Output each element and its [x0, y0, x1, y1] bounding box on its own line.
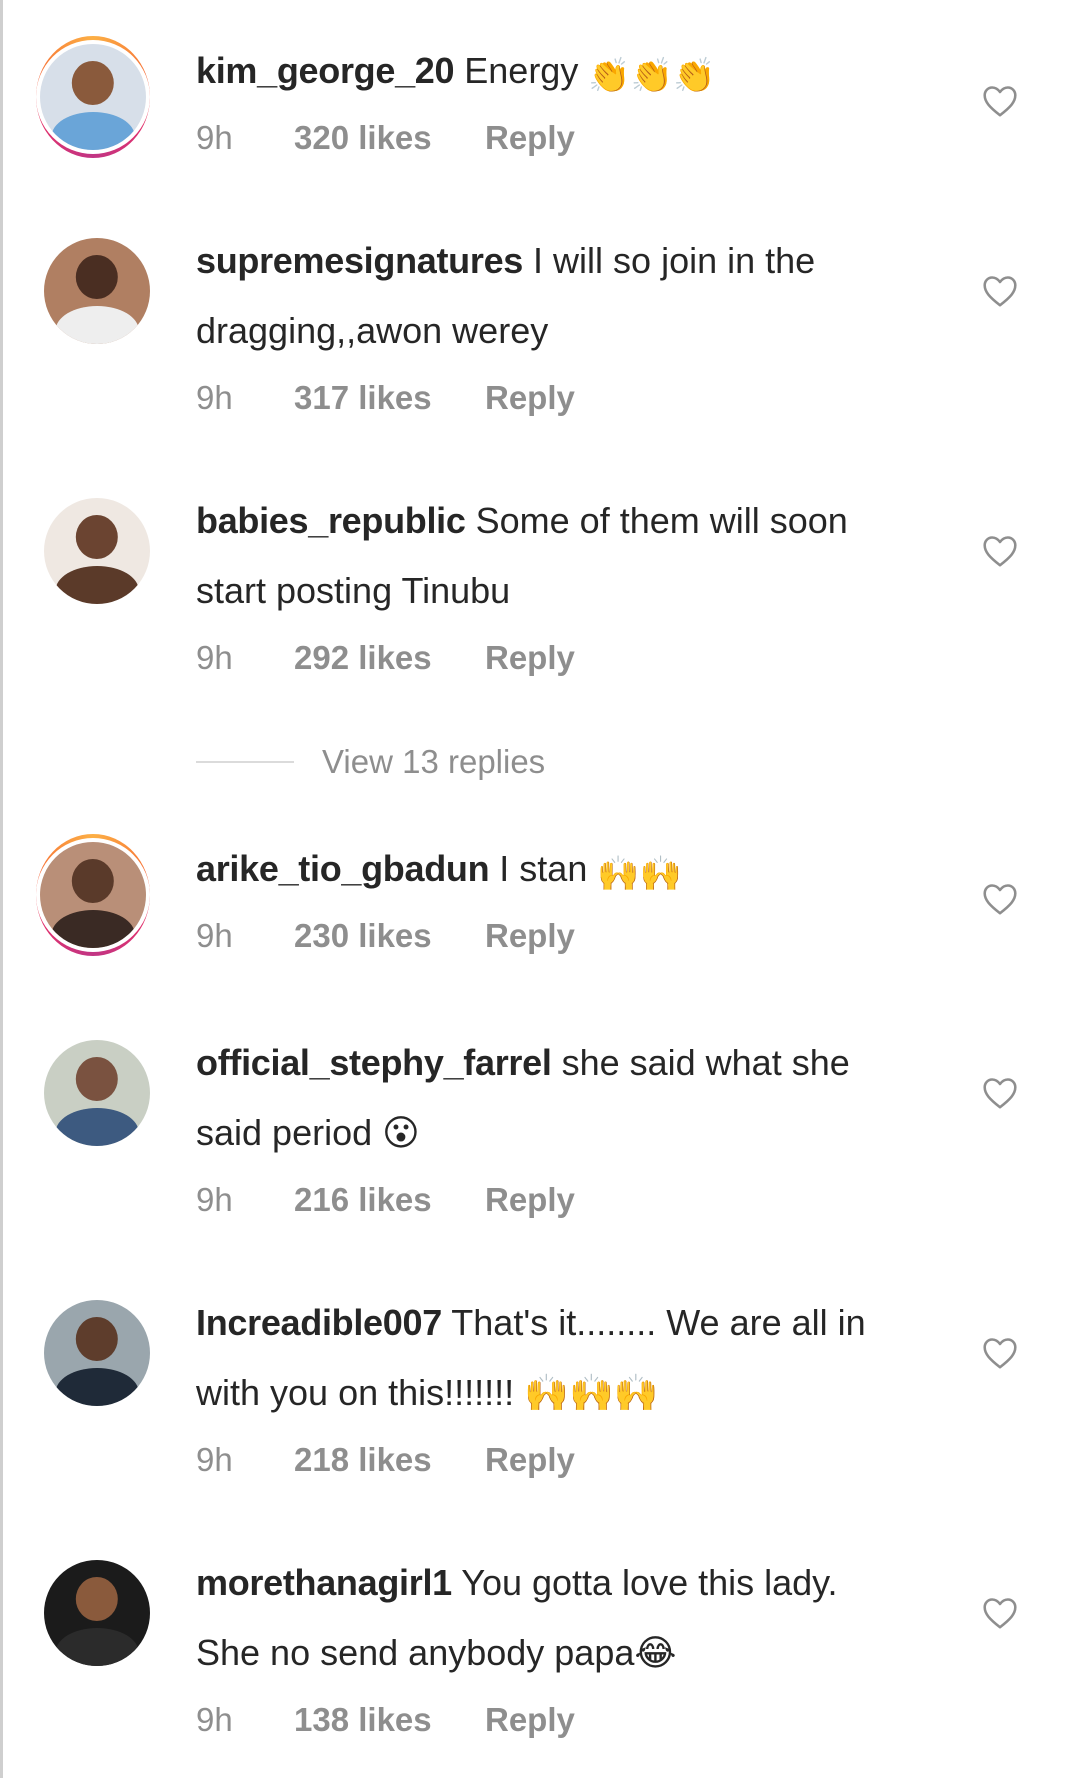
reply-button[interactable]: Reply — [485, 916, 575, 956]
comment-username[interactable]: official_stephy_farrel — [196, 1042, 552, 1083]
comment-time: 9h — [196, 1181, 233, 1218]
story-ring — [36, 834, 150, 956]
comment-time: 9h — [196, 119, 233, 156]
comment-username[interactable]: supremesignatures — [196, 240, 523, 281]
comment-text: she said what she — [561, 1042, 850, 1083]
comment-body: babies_republic Some of them will soon s… — [196, 486, 936, 626]
replies-divider — [196, 761, 294, 763]
heart-outline-icon[interactable] — [982, 274, 1018, 308]
comment-text: You gotta love this lady. — [461, 1562, 838, 1603]
reply-button[interactable]: Reply — [485, 118, 575, 158]
comment-likes[interactable]: 292 likes — [294, 638, 432, 678]
heart-outline-icon[interactable] — [982, 1336, 1018, 1370]
comment-body: arike_tio_gbadun I stan 🙌🙌 — [196, 834, 936, 904]
screen-left-edge — [0, 0, 3, 1778]
comment-username[interactable]: arike_tio_gbadun — [196, 848, 490, 889]
comment-time: 9h — [196, 917, 233, 954]
avatar — [44, 238, 150, 344]
reply-button[interactable]: Reply — [485, 1700, 575, 1740]
heart-outline-icon[interactable] — [982, 882, 1018, 916]
comment-username[interactable]: Increadible007 — [196, 1302, 442, 1343]
comment-text-line2: said period 😮 — [196, 1112, 420, 1153]
comment-body: supremesignatures I will so join in the … — [196, 226, 936, 366]
comment-text: I stan — [499, 848, 588, 889]
avatar — [40, 44, 146, 150]
comment-time: 9h — [196, 1441, 233, 1478]
comment-time: 9h — [196, 639, 233, 676]
comment-likes[interactable]: 317 likes — [294, 378, 432, 418]
comment-body: official_stephy_farrel she said what she… — [196, 1028, 936, 1168]
heart-outline-icon[interactable] — [982, 1076, 1018, 1110]
avatar-button[interactable] — [36, 36, 150, 158]
reply-button[interactable]: Reply — [485, 1440, 575, 1480]
reply-button[interactable]: Reply — [485, 638, 575, 678]
comment-likes[interactable]: 216 likes — [294, 1180, 432, 1220]
avatar — [40, 842, 146, 948]
avatar-button[interactable] — [44, 238, 150, 344]
comment-username[interactable]: babies_republic — [196, 500, 466, 541]
comment-text: Some of them will soon — [475, 500, 848, 541]
avatar-button[interactable] — [44, 498, 150, 604]
comment-text-line2: dragging,,awon werey — [196, 310, 549, 351]
reply-button[interactable]: Reply — [485, 1180, 575, 1220]
comment-text-line2: She no send anybody papa😂 — [196, 1632, 677, 1673]
heart-outline-icon[interactable] — [982, 534, 1018, 568]
avatar-button[interactable] — [44, 1300, 150, 1406]
comment-likes[interactable]: 138 likes — [294, 1700, 432, 1740]
view-replies-link[interactable]: View 13 replies — [322, 742, 545, 782]
reply-button[interactable]: Reply — [485, 378, 575, 418]
avatar — [44, 1040, 150, 1146]
comment-likes[interactable]: 320 likes — [294, 118, 432, 158]
comment-time: 9h — [196, 379, 233, 416]
avatar-button[interactable] — [36, 834, 150, 956]
comment-text-line2: with you on this!!!!!!! 🙌🙌🙌 — [196, 1372, 659, 1413]
comment-text: That's it........ We are all in — [451, 1302, 866, 1343]
comment-body: Increadible007 That's it........ We are … — [196, 1288, 936, 1428]
comment-username[interactable]: morethanagirl1 — [196, 1562, 452, 1603]
avatar — [44, 1560, 150, 1666]
avatar — [44, 498, 150, 604]
story-ring — [36, 36, 150, 158]
comment-body: kim_george_20 Energy 👏👏👏 — [196, 36, 936, 106]
heart-outline-icon[interactable] — [982, 84, 1018, 118]
heart-outline-icon[interactable] — [982, 1596, 1018, 1630]
comment-body: morethanagirl1 You gotta love this lady.… — [196, 1548, 936, 1688]
comment-time: 9h — [196, 1701, 233, 1738]
comment-likes[interactable]: 230 likes — [294, 916, 432, 956]
comment-username[interactable]: kim_george_20 — [196, 50, 455, 91]
comment-text: Energy — [464, 50, 579, 91]
comment-text: I will so join in the — [533, 240, 816, 281]
avatar — [44, 1300, 150, 1406]
comment-likes[interactable]: 218 likes — [294, 1440, 432, 1480]
avatar-button[interactable] — [44, 1560, 150, 1666]
avatar-button[interactable] — [44, 1040, 150, 1146]
comment-text-line2: start posting Tinubu — [196, 570, 511, 611]
clapping-emoji: 👏👏👏 — [588, 57, 716, 95]
raising-hands-emoji: 🙌🙌 — [597, 855, 683, 893]
